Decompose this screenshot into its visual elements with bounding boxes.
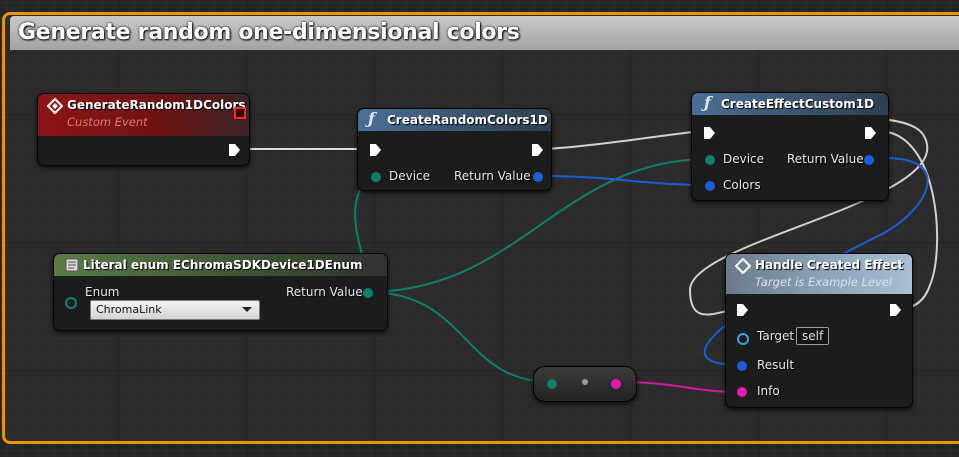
node-title: CreateRandomColors1D xyxy=(387,113,548,127)
info-label: Info xyxy=(757,384,780,398)
diamond-macro-icon xyxy=(735,258,751,274)
info-pin[interactable] xyxy=(737,387,747,397)
exec-in-pin[interactable] xyxy=(703,126,716,140)
diamond-event-icon xyxy=(47,98,63,114)
node-reroute-converter[interactable] xyxy=(533,366,637,402)
exec-out-pin[interactable] xyxy=(889,303,902,317)
converter-input-pin[interactable] xyxy=(547,379,557,389)
node-handle-created-effect[interactable]: Handle Created Effect Target is Example … xyxy=(725,253,913,408)
return-value-pin[interactable] xyxy=(864,155,874,165)
exec-out-pin[interactable] xyxy=(531,143,544,157)
node-literal-enum[interactable]: Literal enum EChromaSDKDevice1DEnum Enum… xyxy=(53,253,388,331)
int-wire-random-to-colors xyxy=(535,175,710,186)
chevron-down-icon xyxy=(242,307,252,312)
device-pin[interactable] xyxy=(705,155,715,165)
function-f-icon: ƒ xyxy=(368,109,375,128)
target-pin[interactable] xyxy=(737,333,749,345)
return-value-label: Return Value xyxy=(787,152,864,166)
node-generate-random-1d-colors[interactable]: GenerateRandom1DColors Custom Event xyxy=(37,93,250,166)
exec-out-pin[interactable] xyxy=(228,143,241,157)
return-value-pin[interactable] xyxy=(363,288,373,298)
node-create-random-colors-1d[interactable]: ƒ CreateRandomColors1D Device Return Val… xyxy=(357,108,552,191)
device-label: Device xyxy=(723,152,765,166)
colors-pin[interactable] xyxy=(705,181,715,191)
result-label: Result xyxy=(757,358,795,372)
converter-output-pin[interactable] xyxy=(611,379,621,389)
return-value-label: Return Value xyxy=(286,285,363,299)
node-title: CreateEffectCustom1D xyxy=(721,97,875,111)
enum-label: Enum xyxy=(85,285,120,299)
literal-page-icon xyxy=(65,258,79,272)
exec-in-pin[interactable] xyxy=(369,143,382,157)
result-pin[interactable] xyxy=(737,361,747,371)
node-create-effect-custom-1d[interactable]: ƒ CreateEffectCustom1D Device Return Val… xyxy=(691,92,889,201)
converter-center-dot xyxy=(582,379,588,385)
node-title: Handle Created Effect xyxy=(755,258,904,272)
return-value-pin[interactable] xyxy=(533,172,543,182)
exec-in-pin[interactable] xyxy=(736,303,749,317)
device-label: Device xyxy=(389,169,431,183)
target-label: Target xyxy=(757,329,795,343)
delegate-pin[interactable] xyxy=(234,107,246,119)
node-title: Literal enum EChromaSDKDevice1DEnum xyxy=(83,258,363,272)
colors-label: Colors xyxy=(723,178,761,192)
node-title: GenerateRandom1DColors xyxy=(67,98,246,112)
node-subtitle: Target is Example Level xyxy=(755,275,893,289)
enum-wire-literal-to-reroute xyxy=(366,291,553,383)
enum-dropdown-value: ChromaLink xyxy=(96,303,162,316)
node-subtitle: Custom Event xyxy=(67,115,148,129)
target-self-value[interactable]: self xyxy=(796,327,830,345)
exec-out-pin[interactable] xyxy=(864,126,877,140)
return-value-label: Return Value xyxy=(454,169,531,183)
enum-input-pin[interactable] xyxy=(65,297,77,309)
function-f-icon: ƒ xyxy=(704,93,711,112)
enum-dropdown[interactable]: ChromaLink xyxy=(90,300,260,320)
device-pin[interactable] xyxy=(371,172,381,182)
